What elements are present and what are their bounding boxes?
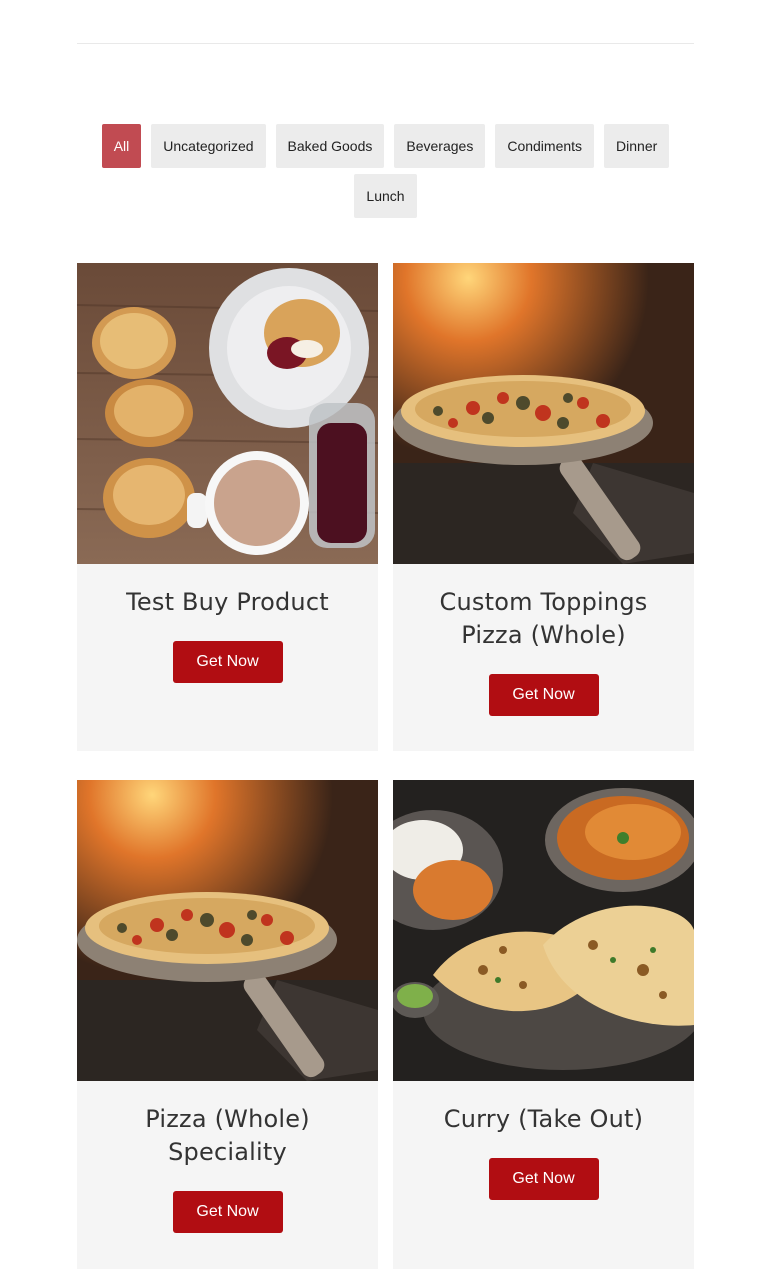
get-now-button[interactable]: Get Now	[172, 641, 283, 683]
get-now-button[interactable]: Get Now	[488, 1158, 599, 1200]
get-now-button[interactable]: Get Now	[488, 674, 599, 716]
product-card: Pizza (Whole) Speciality Get Now	[77, 780, 378, 1269]
product-card: Custom Toppings Pizza (Whole) Get Now	[393, 263, 694, 751]
product-title: Custom Toppings Pizza (Whole)	[439, 588, 648, 649]
product-card: Test Buy Product Get Now	[77, 263, 378, 751]
product-title: Test Buy Product	[126, 588, 329, 616]
product-title: Curry (Take Out)	[443, 1105, 644, 1133]
filter-condiments[interactable]: Condiments	[495, 124, 595, 168]
top-divider	[77, 43, 694, 44]
filter-dinner[interactable]: Dinner	[604, 124, 670, 168]
scones-and-tea-image[interactable]	[77, 263, 378, 564]
pizza-on-peel-image[interactable]	[393, 263, 694, 564]
filter-all[interactable]: All	[101, 124, 142, 168]
filter-beverages[interactable]: Beverages	[394, 124, 486, 168]
pizza-on-peel-image[interactable]	[77, 780, 378, 1081]
filter-uncategorized[interactable]: Uncategorized	[151, 124, 266, 168]
product-card: Curry (Take Out) Get Now	[393, 780, 694, 1269]
filter-lunch[interactable]: Lunch	[354, 174, 417, 218]
get-now-button[interactable]: Get Now	[172, 1191, 283, 1233]
filter-baked-goods[interactable]: Baked Goods	[275, 124, 385, 168]
curry-and-naan-image[interactable]	[393, 780, 694, 1081]
category-filter-bar: All Uncategorized Baked Goods Beverages …	[77, 124, 694, 218]
product-title: Pizza (Whole) Speciality	[145, 1105, 310, 1166]
